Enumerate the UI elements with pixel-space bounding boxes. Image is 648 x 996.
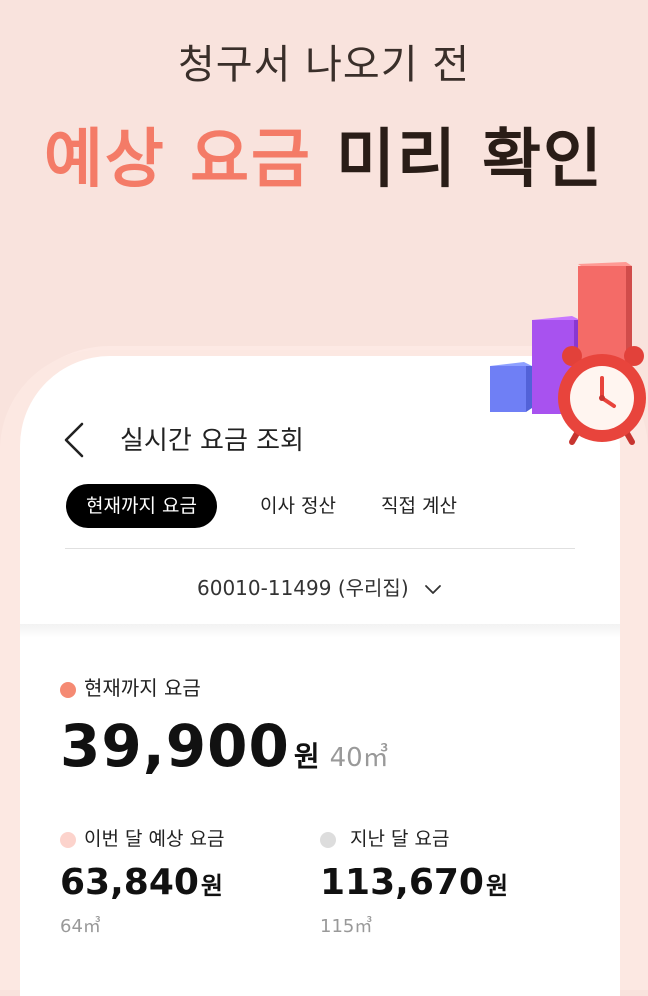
current-usage: 40㎥ (329, 743, 389, 773)
phone-screen: 실시간 요금 조회 현재까지 요금 이사 정산 직접 계산 60010-1149… (20, 356, 620, 996)
current-charge-label: 현재까지 요금 (60, 672, 201, 701)
forecast-amount-unit: 원 (200, 872, 224, 900)
chevron-left-icon[interactable] (60, 420, 90, 460)
forecast-label: 이번 달 예상 요금 (60, 824, 224, 851)
current-amount-unit: 원 (293, 740, 320, 773)
forecast-amount-value: 63,840 (60, 862, 199, 903)
last-month-amount-unit: 원 (485, 872, 509, 900)
last-month-label-text: 지난 달 요금 (350, 828, 450, 850)
chevron-down-icon (425, 584, 441, 594)
headline-line2: 예상 요금 미리 확인 (0, 108, 648, 200)
section-divider (20, 624, 620, 638)
last-month-label: 지난 달 요금 (320, 824, 449, 851)
forecast-usage: 64㎥ (60, 916, 101, 937)
tab-current-charge[interactable]: 현재까지 요금 (66, 484, 217, 528)
current-amount-value: 39,900 (60, 712, 290, 780)
current-dot (60, 681, 76, 698)
forecast-dot (60, 831, 76, 848)
forecast-amount: 63,840원 (60, 862, 223, 903)
headline-rest: 미리 확인 (336, 123, 604, 197)
tab-direct-calc[interactable]: 직접 계산 (354, 484, 484, 528)
current-label-text: 현재까지 요금 (84, 676, 201, 700)
account-label: 60010-11499 (우리집) (197, 576, 409, 600)
account-select[interactable]: 60010-11499 (우리집) (20, 572, 620, 601)
headline-accent: 예상 요금 (44, 123, 312, 197)
page-title: 실시간 요금 조회 (120, 426, 304, 456)
headline-line1: 청구서 나오기 전 (177, 42, 471, 88)
current-charge-amount: 39,900 원 40㎥ (60, 712, 389, 780)
divider (65, 548, 575, 549)
bar-chart-alarm-clock-icon (490, 262, 646, 445)
forecast-label-text: 이번 달 예상 요금 (84, 828, 225, 850)
last-month-amount: 113,670원 (320, 862, 508, 903)
last-month-usage: 115㎥ (320, 916, 373, 937)
last-month-dot (320, 831, 336, 848)
last-month-amount-value: 113,670 (320, 862, 484, 903)
tab-move-settlement[interactable]: 이사 정산 (238, 484, 358, 528)
